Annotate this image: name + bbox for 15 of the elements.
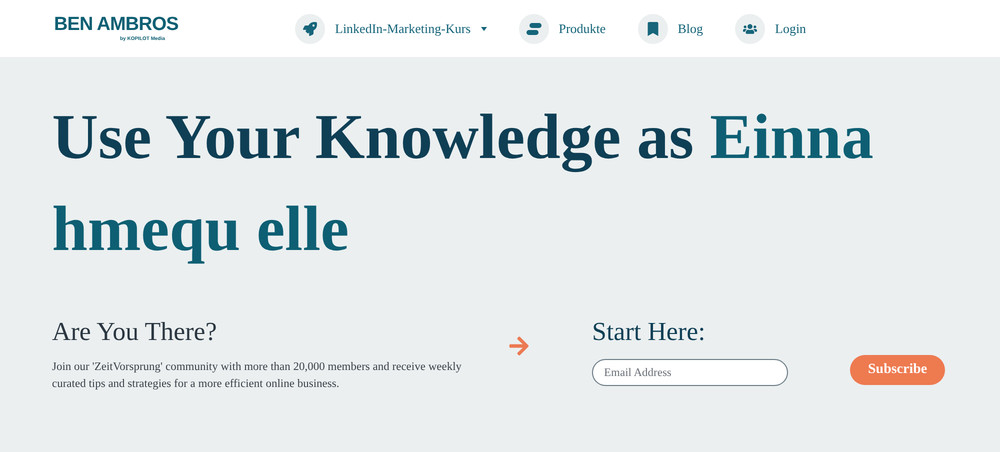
nav-link[interactable]: Login <box>735 14 806 44</box>
users-icon <box>743 22 757 36</box>
bookmark-icon <box>646 22 660 36</box>
logo-name[interactable]: BEN AMBROS <box>54 14 294 34</box>
arrow-right-icon <box>508 335 530 357</box>
rocket-icon <box>303 22 317 36</box>
hero-heading: Use Your Knowledge as Einna hmequ elle <box>52 100 874 266</box>
nav-link[interactable]: Blog <box>638 14 703 44</box>
description: Join our 'ZeitVorsprung' community with more than 20,000 members and receive weekly curated tips and strategies for a more efficient online business. <box>52 360 463 392</box>
caret-icon <box>480 26 487 30</box>
nav-link[interactable]: Produkte <box>518 14 606 44</box>
email-field[interactable]: Email Address <box>592 359 788 386</box>
section-title: Are You There? <box>52 317 218 347</box>
nav-link[interactable]: LinkedIn-Marketing-Kurs <box>295 14 487 44</box>
form-title: Start Here: <box>592 317 706 347</box>
